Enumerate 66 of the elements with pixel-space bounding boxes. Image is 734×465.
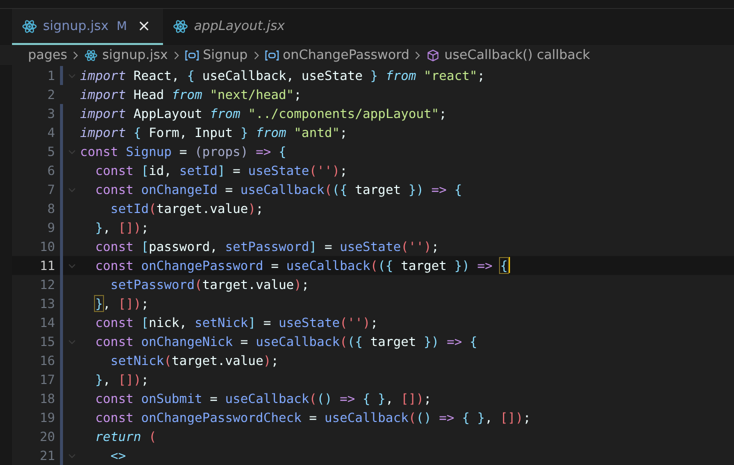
variable-icon (264, 48, 279, 62)
code-line: <> (110, 447, 126, 465)
code-line: import Head from "next/head"; (80, 86, 302, 104)
code-line: const [id, setId] = useState(''); (94, 162, 348, 180)
breadcrumb-item[interactable]: onChangePassword (264, 48, 410, 62)
line-number: 9 (46, 220, 55, 235)
editor-tab[interactable]: signup.jsx M (12, 9, 163, 45)
line-number: 3 (46, 106, 55, 121)
chevron-icon (414, 50, 422, 60)
line-number: 17 (38, 372, 55, 387)
breadcrumb-item[interactable]: signup.jsx (84, 48, 168, 62)
line-number: 1 (46, 68, 55, 83)
line-number: 7 (46, 182, 55, 197)
line-number: 2 (46, 87, 55, 102)
react-atom-icon (22, 18, 37, 34)
line-number: 13 (38, 296, 55, 311)
line-number: 16 (38, 353, 55, 368)
line-number: 11 (38, 258, 55, 273)
code-line: setNick(target.value); (110, 352, 279, 370)
line-number: 20 (38, 429, 55, 444)
close-icon[interactable] (138, 21, 149, 31)
code-line: }, []); (94, 219, 149, 237)
fold-chevron-icon[interactable] (67, 147, 77, 157)
fold-chevron-icon[interactable] (67, 185, 77, 195)
line-number: 5 (46, 144, 55, 159)
fold-chevron-icon[interactable] (67, 71, 77, 81)
chevron-icon (72, 50, 80, 60)
line-number: 10 (38, 239, 55, 254)
fold-chevron-icon[interactable] (67, 337, 77, 347)
modified-label: M (116, 19, 127, 33)
react-atom-icon (84, 48, 98, 62)
line-number: 21 (38, 448, 55, 463)
react-atom-icon (172, 18, 188, 34)
chevron-icon (252, 50, 260, 60)
breadcrumb-item[interactable]: pages (28, 48, 68, 62)
line-number: 19 (38, 410, 55, 425)
breadcrumb-item[interactable]: Signup (184, 48, 248, 62)
line-number: 6 (46, 163, 55, 178)
line-number: 18 (38, 391, 55, 406)
line-number: 15 (38, 334, 55, 349)
variable-icon (184, 48, 199, 62)
code-line: const onChangePasswordCheck = useCallback(() => { }, []); (94, 409, 531, 427)
breadcrumb-item[interactable]: useCallback() callback (426, 48, 590, 62)
code-line: const onSubmit = useCallback(() => { }, []); (94, 390, 432, 408)
line-number: 14 (38, 315, 55, 330)
code-line: const onChangeNick = useCallback(({ target }) => { (94, 333, 478, 351)
cube-icon (426, 48, 440, 62)
code-line: import React, { useCallback, useState } from "react"; (80, 67, 485, 85)
code-line: setPassword(target.value); (110, 276, 310, 294)
code-line: return ( (94, 428, 156, 446)
code-line: const [password, setPassword] = useState(''); (94, 238, 440, 256)
code-line: import AppLayout from "../components/appLayout"; (80, 105, 447, 123)
chevron-icon (172, 50, 180, 60)
line-number: 12 (38, 277, 55, 292)
line-number: 4 (46, 125, 55, 140)
line-number: 8 (46, 201, 55, 216)
code-line: import { Form, Input } from "antd"; (80, 124, 348, 142)
fold-chevron-icon[interactable] (67, 261, 77, 271)
code-line: const Signup = (props) => { (80, 143, 286, 161)
code-line: }, []); (94, 295, 149, 313)
code-line: const [nick, setNick] = useState(''); (94, 314, 378, 332)
fold-chevron-icon[interactable] (67, 451, 77, 461)
code-line: const onChangeId = useCallback(({ target }) => { (94, 181, 462, 199)
code-line: }, []); (94, 371, 149, 389)
code-line: const onChangePassword = useCallback(({ target }) => { (94, 256, 510, 275)
code-line: setId(target.value); (110, 200, 264, 218)
